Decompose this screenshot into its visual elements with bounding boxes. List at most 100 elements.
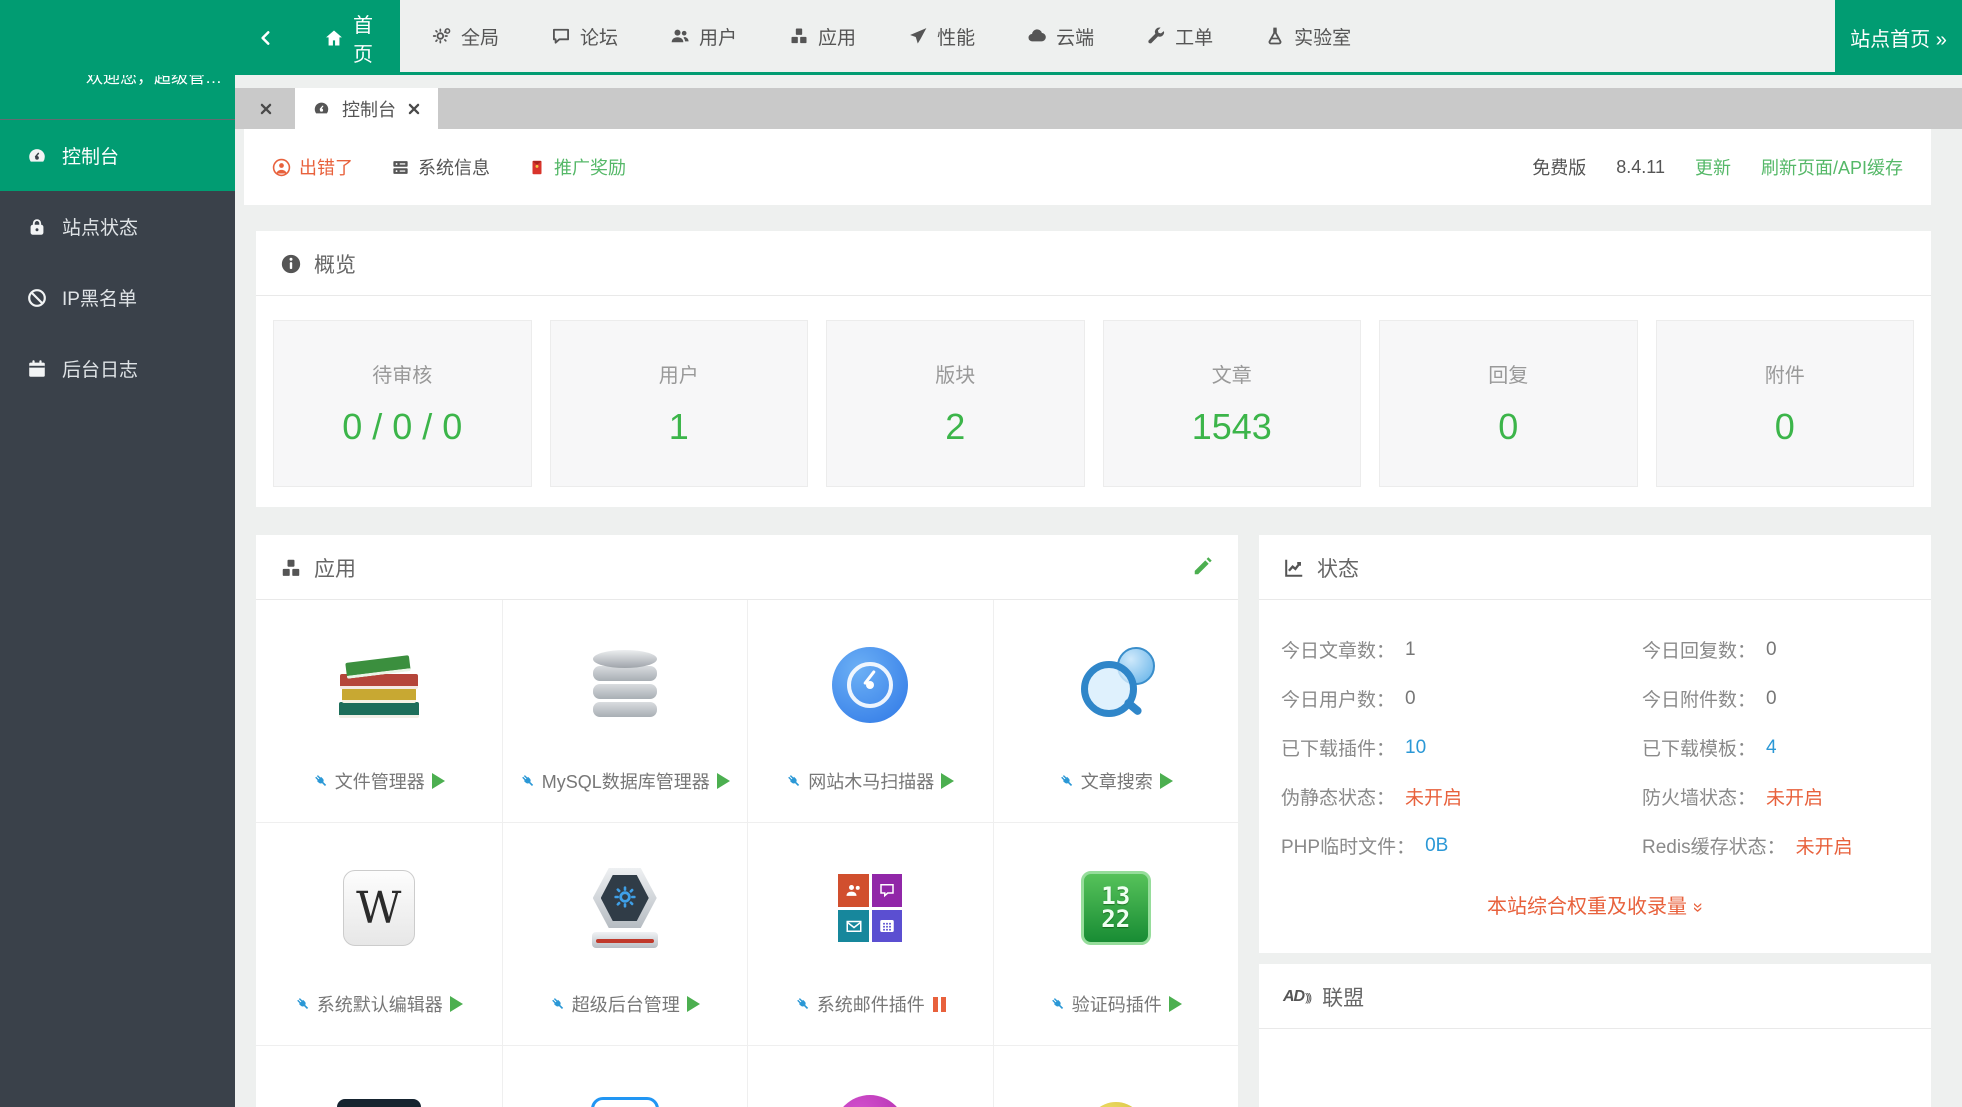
site-home-button[interactable]: 站点首页 » (1835, 0, 1962, 75)
plug-icon (313, 773, 330, 790)
topnav-item-apps[interactable]: 应用 (789, 23, 856, 50)
sidebar-item-site-status[interactable]: 站点状态 (0, 191, 235, 262)
stat-card-replies[interactable]: 回复 0 (1379, 320, 1638, 487)
error-report-link[interactable]: 出错了 (272, 154, 353, 180)
topnav-item-users[interactable]: 用户 (670, 23, 737, 50)
status-row: 伪静态状态：未开启 (1281, 772, 1642, 821)
apps-panel: 应用 文件管理器 (256, 535, 1238, 1107)
status-title: 状态 (1317, 553, 1359, 583)
app-file-manager[interactable]: 文件管理器 (256, 600, 502, 822)
app-captcha-plugin[interactable]: 13 22 验证码插件 (993, 822, 1239, 1045)
refresh-cache-link[interactable]: 刷新页面/API缓存 (1761, 154, 1903, 180)
app-name: 网站木马扫描器 (808, 768, 934, 794)
status-panel: 状态 今日文章数：1 今日回复数：0 今日用户数：0 今日附件数：0 已下载插件… (1259, 535, 1931, 953)
red-packet-icon (528, 158, 546, 177)
sidebar-menu: 控制台 站点状态 IP黑名单 后台日志 (0, 119, 235, 404)
app-name: 文章搜索 (1081, 768, 1153, 794)
stat-card-users[interactable]: 用户 1 (550, 320, 809, 487)
status-value[interactable]: 未开启 (1405, 783, 1462, 810)
sidebar-item-ip-blacklist[interactable]: IP黑名单 (0, 262, 235, 333)
app-mysql-manager[interactable]: MySQL数据库管理器 (502, 600, 748, 822)
status-list: 今日文章数：1 今日回复数：0 今日用户数：0 今日附件数：0 已下载插件：10… (1259, 600, 1931, 870)
sidebar-collapse-button[interactable] (235, 0, 297, 75)
stat-label: 待审核 (372, 359, 432, 388)
plug-icon (786, 773, 803, 790)
topnav-item-global[interactable]: 全局 (432, 23, 499, 50)
error-report-label: 出错了 (299, 154, 353, 180)
sidebar-item-dashboard[interactable]: 控制台 (0, 120, 235, 191)
app-trojan-scanner[interactable]: 网站木马扫描器 (747, 600, 993, 822)
status-value: 0 (1766, 639, 1777, 661)
database-icon (593, 650, 657, 720)
seo-weight-link[interactable]: 本站综合权重及收录量» (1259, 870, 1931, 953)
app-grid-icon (838, 874, 902, 942)
app-cell-partial[interactable]: 简 (502, 1045, 748, 1107)
status-row: Redis缓存状态： 未开启 (1642, 821, 1909, 870)
close-tab-icon[interactable] (407, 102, 421, 116)
status-label: Redis缓存状态： (1642, 832, 1786, 859)
info-icon (280, 253, 302, 275)
seo-weight-label: 本站综合权重及收录量 (1487, 896, 1687, 918)
running-play-icon (1160, 773, 1173, 789)
topnav-item-lab[interactable]: 实验室 (1265, 23, 1351, 50)
sidebar: 创始人 欢迎您，超级管… 控制台 站点状态 IP黑名单 后台日志 (0, 0, 235, 1107)
app-name: MySQL数据库管理器 (542, 768, 710, 794)
app-default-editor[interactable]: W 系统默认编辑器 (256, 822, 502, 1045)
sidebar-item-admin-log[interactable]: 后台日志 (0, 333, 235, 404)
app-super-admin[interactable]: 超级后台管理 (502, 822, 748, 1045)
running-play-icon (687, 996, 700, 1012)
stat-card-attachments[interactable]: 附件 0 (1656, 320, 1915, 487)
status-value: 0 (1405, 688, 1416, 710)
app-system-mail[interactable]: 系统邮件插件 (747, 822, 993, 1045)
topnav-item-home[interactable]: 首页 (297, 0, 400, 75)
status-value[interactable]: 4 (1766, 737, 1777, 759)
status-label: 今日文章数： (1281, 636, 1395, 663)
lock-icon (26, 216, 48, 238)
topnav-item-ticket[interactable]: 工单 (1146, 23, 1213, 50)
topnav-item-forum[interactable]: 论坛 (551, 23, 618, 50)
topnav-item-label: 应用 (818, 23, 856, 50)
topnav-item-cloud[interactable]: 云端 (1027, 23, 1094, 50)
status-label: 已下载插件： (1281, 734, 1395, 761)
status-value[interactable]: 10 (1405, 737, 1426, 759)
stat-card-posts[interactable]: 文章 1543 (1103, 320, 1362, 487)
plug-icon (1059, 773, 1076, 790)
app-name: 超级后台管理 (572, 991, 680, 1017)
stat-card-forums[interactable]: 版块 2 (826, 320, 1085, 487)
alliance-title: 联盟 (1322, 982, 1364, 1012)
app-article-search[interactable]: 文章搜索 (993, 600, 1239, 822)
radar-scan-icon (832, 647, 908, 723)
topnav-item-label: 实验室 (1294, 23, 1351, 50)
stat-value: 1 (669, 406, 689, 448)
dashboard-icon (26, 145, 48, 167)
gears-icon (432, 26, 452, 46)
tab-dashboard[interactable]: 控制台 (295, 88, 438, 129)
app-cell-partial[interactable] (256, 1045, 502, 1107)
topnav-item-label: 性能 (937, 23, 975, 50)
plug-icon (1050, 996, 1067, 1013)
status-value: 1 (1405, 639, 1416, 661)
status-label: 今日附件数： (1642, 685, 1756, 712)
status-value: 0 (1766, 688, 1777, 710)
stat-label: 文章 (1212, 359, 1252, 388)
topnav-item-label: 用户 (699, 23, 737, 50)
wrench-icon (1146, 26, 1166, 46)
edit-apps-pencil-icon[interactable] (1192, 555, 1214, 577)
stat-value: 0 (1498, 406, 1518, 448)
status-value[interactable]: 未开启 (1796, 832, 1853, 859)
app-cell-partial[interactable] (993, 1045, 1239, 1107)
app-cell-partial[interactable] (747, 1045, 993, 1107)
dashboard-icon (312, 99, 331, 118)
close-all-tabs-button[interactable] (245, 88, 287, 129)
topnav-item-performance[interactable]: 性能 (908, 23, 975, 50)
stat-card-pending[interactable]: 待审核 0 / 0 / 0 (273, 320, 532, 487)
promo-reward-link[interactable]: 推广奖励 (528, 154, 626, 180)
ban-icon (26, 287, 48, 309)
update-link[interactable]: 更新 (1695, 154, 1731, 180)
overview-title: 概览 (314, 249, 356, 279)
status-value[interactable]: 0B (1425, 835, 1448, 857)
status-value[interactable]: 未开启 (1766, 783, 1823, 810)
running-play-icon (450, 996, 463, 1012)
system-info-link[interactable]: 系统信息 (391, 154, 490, 180)
paper-plane-icon (908, 26, 928, 46)
